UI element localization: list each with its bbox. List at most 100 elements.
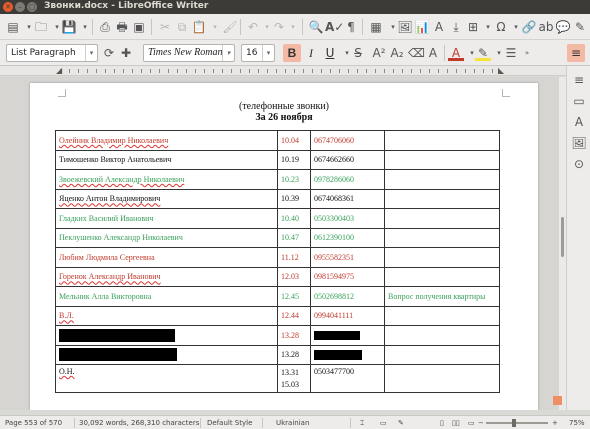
- cut-icon[interactable]: ✂: [157, 19, 173, 35]
- more-options-icon[interactable]: »: [519, 45, 535, 61]
- zoom-in-icon[interactable]: +: [552, 419, 558, 427]
- right-indent-marker-icon[interactable]: ◣: [498, 67, 504, 75]
- phone-cell[interactable]: 0502698812: [310, 286, 385, 307]
- selection-mode-icon[interactable]: ▭: [380, 419, 387, 427]
- chevron-down-icon[interactable]: ▾: [85, 45, 97, 61]
- note-cell[interactable]: [384, 364, 500, 393]
- underline-button[interactable]: U: [321, 44, 339, 62]
- caller-name-cell[interactable]: Звоежевский Александр Николаевич: [55, 169, 278, 190]
- minimize-window-button[interactable]: –: [15, 2, 25, 12]
- zoom-slider[interactable]: [486, 422, 548, 424]
- insert-table-icon[interactable]: ▦: [368, 19, 384, 35]
- call-time-cell[interactable]: 10.23: [277, 169, 311, 190]
- phone-cell[interactable]: [310, 344, 385, 365]
- superscript-icon[interactable]: A²: [371, 45, 387, 61]
- save-icon[interactable]: 💾: [61, 19, 77, 35]
- note-cell[interactable]: [384, 266, 500, 287]
- phone-cell[interactable]: 0978286060: [310, 169, 385, 190]
- properties-icon[interactable]: ▭: [571, 93, 587, 109]
- table-row[interactable]: О.Н. 13.31 15.03 0503477700: [55, 364, 500, 393]
- find-replace-icon[interactable]: 🔍: [308, 19, 324, 35]
- document-subtitle[interactable]: (телефонные звонки): [30, 101, 538, 112]
- note-cell[interactable]: [384, 130, 500, 151]
- note-cell[interactable]: [384, 169, 500, 190]
- document-modified-icon[interactable]: ✎: [398, 419, 404, 427]
- call-time-cell[interactable]: 10.40: [277, 208, 311, 229]
- caller-name-cell[interactable]: Гладких Василий Иванович: [55, 208, 278, 229]
- page-style[interactable]: Default Style: [207, 419, 252, 427]
- note-cell[interactable]: [384, 325, 500, 346]
- note-cell[interactable]: [384, 188, 500, 209]
- phone-cell[interactable]: 0674706060: [310, 130, 385, 151]
- caller-name-cell[interactable]: Тимошенко Виктор Анатольевич: [55, 149, 278, 170]
- resize-handle-icon[interactable]: [553, 396, 562, 405]
- note-cell[interactable]: [384, 227, 500, 248]
- call-time-cell[interactable]: 10.39: [277, 188, 311, 209]
- multi-page-view-icon[interactable]: ▯▯: [452, 419, 460, 427]
- call-time-cell[interactable]: 13.31 15.03: [277, 364, 311, 393]
- new-style-icon[interactable]: ✚: [118, 45, 134, 61]
- phone-cell[interactable]: [310, 325, 385, 346]
- table-row[interactable]: Горенок Александр Иванович 12.03 0981594…: [55, 266, 500, 287]
- print-preview-icon[interactable]: ▣: [131, 19, 147, 35]
- phone-cell[interactable]: 0955582351: [310, 247, 385, 268]
- call-time-cell[interactable]: 13.28: [277, 344, 311, 365]
- caller-name-cell[interactable]: Олейник Владимир Николаевич: [55, 130, 278, 151]
- phone-cell[interactable]: 0674662660: [310, 149, 385, 170]
- close-window-button[interactable]: ✕: [3, 2, 13, 12]
- date-heading[interactable]: За 26 ноября: [30, 112, 538, 123]
- word-count[interactable]: 30,092 words, 268,310 characters: [79, 419, 199, 427]
- language[interactable]: Ukrainian: [276, 419, 309, 427]
- zoom-slider-handle[interactable]: [512, 419, 516, 427]
- phone-cell[interactable]: 0674068361: [310, 188, 385, 209]
- table-row[interactable]: Яценко Антон Владимирович 10.39 06740683…: [55, 188, 500, 209]
- update-style-icon[interactable]: ⟳: [101, 45, 117, 61]
- clone-formatting-icon[interactable]: 🖌: [222, 19, 238, 35]
- caller-name-cell[interactable]: Любим Людмила Сергеевна: [55, 247, 278, 268]
- table-row[interactable]: Звоежевский Александр Николаевич 10.23 0…: [55, 169, 500, 190]
- note-cell[interactable]: [384, 149, 500, 170]
- list-bullets-icon[interactable]: ☰: [503, 45, 519, 61]
- scrollbar-thumb[interactable]: [561, 217, 564, 257]
- paragraph-style-combo[interactable]: List Paragraph ▾: [6, 44, 98, 62]
- font-size-combo[interactable]: 16 ▾: [241, 44, 275, 62]
- caller-name-cell[interactable]: Мельник Алла Викторовна: [55, 286, 278, 307]
- clear-formatting-icon[interactable]: ⌫: [408, 45, 425, 61]
- table-row[interactable]: Гладких Василий Иванович 10.40 050330040…: [55, 208, 500, 229]
- chevron-down-icon[interactable]: ▾: [262, 45, 274, 61]
- note-cell[interactable]: [384, 208, 500, 229]
- note-cell[interactable]: Вопрос получения квартиры: [384, 286, 500, 307]
- call-time-cell[interactable]: 13.28: [277, 325, 311, 346]
- insert-image-icon[interactable]: 🖼: [397, 19, 413, 35]
- export-pdf-icon[interactable]: ⎙: [97, 19, 113, 35]
- highlight-icon[interactable]: ✎: [475, 45, 491, 61]
- print-icon[interactable]: 🖶: [114, 19, 130, 35]
- zoom-level[interactable]: 75%: [569, 419, 585, 427]
- page-count[interactable]: Page 553 of 570: [5, 419, 62, 427]
- caller-name-cell[interactable]: В.Л.: [55, 305, 278, 326]
- phone-cell[interactable]: 0981594975: [310, 266, 385, 287]
- book-view-icon[interactable]: ▭: [468, 419, 475, 427]
- insert-textbox-icon[interactable]: A: [431, 19, 447, 35]
- spelling-icon[interactable]: A✓: [325, 19, 344, 35]
- bold-button[interactable]: B: [283, 44, 301, 62]
- comment-icon[interactable]: 💬: [555, 19, 571, 35]
- phone-cell[interactable]: 0503300403: [310, 208, 385, 229]
- table-row[interactable]: Любим Людмила Сергеевна 11.12 0955582351: [55, 247, 500, 268]
- insert-mode-icon[interactable]: ⌶: [360, 419, 364, 428]
- document-area[interactable]: (телефонные звонки) За 26 ноября Олейник…: [0, 77, 566, 410]
- strikethrough-icon[interactable]: S: [350, 45, 366, 61]
- call-time-cell[interactable]: 12.44: [277, 305, 311, 326]
- table-row[interactable]: Пеклушенко Александр Николаевич 10.47 06…: [55, 227, 500, 248]
- font-name-combo[interactable]: Times New Roman ▾: [143, 44, 235, 62]
- character-shadow-icon[interactable]: A: [425, 45, 441, 61]
- document-page[interactable]: (телефонные звонки) За 26 ноября Олейник…: [30, 83, 538, 410]
- phone-cell[interactable]: 0994041111: [310, 305, 385, 326]
- table-row[interactable]: В.Л. 12.44 0994041111: [55, 305, 500, 326]
- indent-marker-icon[interactable]: ◢: [56, 67, 62, 75]
- note-cell[interactable]: [384, 344, 500, 365]
- caller-name-cell[interactable]: О.Н.: [55, 364, 278, 393]
- special-character-icon[interactable]: Ω: [493, 19, 509, 35]
- maximize-window-button[interactable]: □: [27, 2, 37, 12]
- caller-name-cell[interactable]: [55, 325, 278, 346]
